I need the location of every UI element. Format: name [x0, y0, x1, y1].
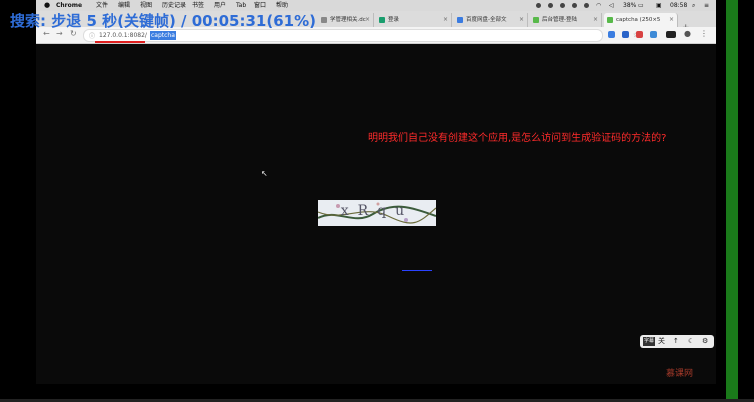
volume-icon[interactable]: ◁: [609, 0, 614, 11]
tab-favicon-icon: [457, 17, 463, 23]
player-controls: 字幕 关 ↑ ☾ ⚙: [640, 335, 714, 348]
status-record-icon[interactable]: [536, 3, 541, 8]
video-seek-overlay: 搜索: 步退 5 秒(关键帧) / 00:05:31(61%): [10, 12, 316, 30]
tab-favicon-icon: [321, 17, 327, 23]
red-underline-annotation: [95, 41, 145, 43]
close-icon[interactable]: ×: [365, 13, 370, 27]
tab-label: 百度网盘-全部文: [466, 17, 507, 23]
browser-window: ● Chrome 文件 编辑 视图 历史记录 书签 用户 Tab 窗口 帮助 ◠…: [36, 0, 716, 384]
more-menu-icon[interactable]: ⋮: [700, 29, 708, 38]
subtitle-off-button[interactable]: 关: [658, 336, 665, 347]
moon-icon[interactable]: ☾: [688, 336, 694, 347]
status-app-icon[interactable]: [584, 3, 589, 8]
green-side-bar: [726, 0, 738, 402]
wifi-icon[interactable]: ◠: [596, 0, 601, 11]
profile-avatar-icon[interactable]: ●: [684, 29, 691, 38]
page-link[interactable]: ____________: [402, 265, 432, 271]
url-host: 127.0.0.1:8082/: [99, 32, 147, 39]
arrow-up-icon[interactable]: ↑: [673, 336, 679, 347]
tab-favicon-icon: [533, 17, 539, 23]
tab-login[interactable]: 登录 ×: [376, 13, 452, 27]
close-icon[interactable]: ×: [593, 13, 598, 27]
clock[interactable]: 08:58: [670, 0, 687, 11]
tab-baidu-pan[interactable]: 百度网盘-全部文 ×: [454, 13, 528, 27]
menu-list-icon[interactable]: ≡: [704, 0, 709, 11]
battery-percent: 38%: [623, 2, 637, 9]
tab-admin-login[interactable]: 后台管理-登陆 ×: [530, 13, 602, 27]
watermark-logo: 慕课网: [666, 369, 694, 379]
captcha-image[interactable]: xRqu: [318, 200, 436, 226]
close-icon[interactable]: ×: [519, 13, 524, 27]
tab-label: 学管理相关.dc: [330, 17, 366, 23]
gear-icon[interactable]: ⚙: [702, 336, 708, 347]
tab-label: captcha (250×5: [616, 17, 661, 23]
extension-icon[interactable]: [608, 31, 615, 38]
info-icon[interactable]: ⓘ: [89, 31, 95, 40]
status-app-icon[interactable]: [560, 3, 565, 8]
screen-recording: ● Chrome 文件 编辑 视图 历史记录 书签 用户 Tab 窗口 帮助 ◠…: [0, 0, 754, 402]
question-subtitle: 明明我们自己没有创建这个应用,是怎么访问到生成验证码的方法的?: [368, 133, 667, 144]
mouse-cursor-icon: ↖: [261, 169, 268, 178]
extension-icon[interactable]: [636, 31, 643, 38]
tab-label: 后台管理-登陆: [542, 17, 577, 23]
spotlight-icon[interactable]: ⌕: [692, 0, 695, 11]
captcha-text: xRqu: [340, 203, 414, 219]
left-black-border: [0, 0, 36, 402]
status-app-icon[interactable]: [548, 3, 553, 8]
input-method-icon[interactable]: ▣: [656, 0, 662, 11]
tab-label: 登录: [388, 17, 400, 23]
url-path-selected: captcha: [150, 31, 176, 40]
tab-doc[interactable]: 学管理相关.dc ×: [318, 13, 374, 27]
extension-icon[interactable]: [650, 31, 657, 38]
tab-favicon-icon: [607, 17, 613, 23]
extension-icon[interactable]: [666, 31, 676, 38]
tab-captcha[interactable]: captcha (250×5 ×: [604, 13, 678, 27]
subtitle-toggle-button[interactable]: 字幕: [643, 337, 656, 346]
tab-favicon-icon: [379, 17, 385, 23]
battery-icon[interactable]: ▭: [638, 0, 644, 11]
extension-icon[interactable]: [622, 31, 629, 38]
close-icon[interactable]: ×: [443, 13, 448, 27]
close-icon[interactable]: ×: [669, 13, 674, 27]
status-app-icon[interactable]: [572, 3, 577, 8]
